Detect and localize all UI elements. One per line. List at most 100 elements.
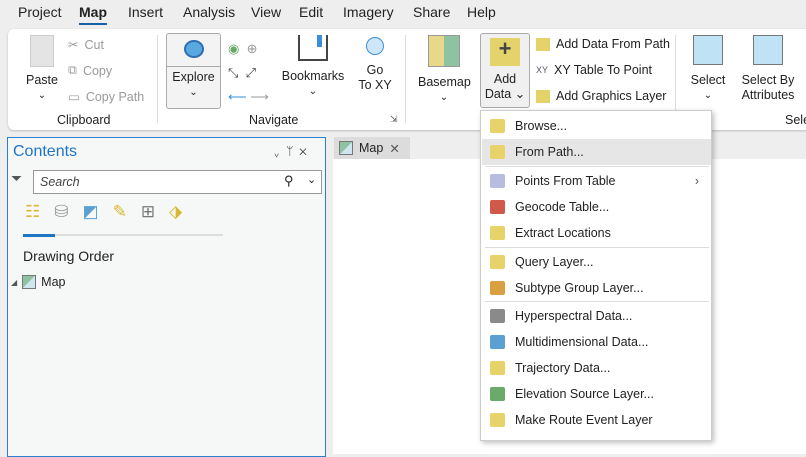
select-by-attributes-icon [753,35,783,65]
copy-button[interactable]: ⧉ Copy [68,63,112,78]
chevron-down-icon[interactable]: ⌄ [307,173,316,186]
chevron-down-icon: ⌄ [189,87,198,98]
contents-title: Contents [13,143,78,160]
tab-analysis[interactable]: Analysis [183,4,235,20]
contents-pane: Contents ⌄ᛘ✕ ⏷ Search ⚲ ⌄ ☷ ⛁ ◩ ✎ ⊞ ⬗ Dr… [7,137,326,457]
list-by-labeling-icon[interactable]: ⬗ [169,202,182,222]
tab-view[interactable]: View [251,4,281,20]
chevron-right-icon: › [694,174,699,188]
navigate-group-label: Navigate [249,113,299,127]
add-data-icon [490,119,505,133]
pin-icon[interactable]: ᛘ [286,144,299,158]
chevron-down-icon: ⌄ [703,90,713,101]
scissors-icon: ✂ [68,38,79,52]
forward-arrow-icon[interactable]: ⟶ [250,89,269,104]
basemap-icon [428,35,460,67]
route-event-icon [490,413,505,427]
hyperspectral-icon [490,309,505,323]
geocode-icon [490,200,505,214]
menu-item-extract-locations[interactable]: Extract Locations [482,220,711,246]
clipboard-group-label: Clipboard [57,113,111,127]
expand-triangle-icon[interactable]: ◢ [11,278,17,287]
copy-path-icon: ▭ [68,90,80,104]
close-icon[interactable]: ✕ [389,141,399,156]
list-by-snapping-icon[interactable]: ⊞ [141,202,155,222]
extract-icon [490,226,505,240]
graphics-layer-icon [536,89,550,103]
go-to-xy-icon [366,37,384,55]
copy-path-button[interactable]: ▭ Copy Path [68,89,144,105]
tab-insert[interactable]: Insert [128,4,163,20]
select-by-attributes-button[interactable]: Select By Attributes [738,35,798,103]
menu-item-query-layer[interactable]: Query Layer... [482,249,711,275]
tab-help[interactable]: Help [467,4,496,20]
basemap-button[interactable]: Basemap ⌄ [418,35,471,105]
selection-group-label: Sele [785,113,806,127]
xy-table-to-point-button[interactable]: XY XY Table To Point [536,63,652,77]
menu-item-subtype-group-layer[interactable]: Subtype Group Layer... [482,275,711,301]
list-by-editing-icon[interactable]: ✎ [113,202,127,222]
menu-item-hyperspectral-data[interactable]: Hyperspectral Data... [482,303,711,329]
add-data-button[interactable]: + Add Data ⌄ [480,33,530,108]
menu-item-points-from-table[interactable]: Points From Table › [482,168,711,194]
select-icon [693,35,723,65]
chevron-down-icon: ⌄ [37,90,47,101]
chevron-down-icon[interactable]: ⌄ [273,144,286,158]
bookmarks-icon [298,35,328,61]
menu-item-elevation-source-layer[interactable]: Elevation Source Layer... [482,381,711,407]
explore-button[interactable]: Explore ⌄ [166,33,221,109]
paste-icon [30,35,54,67]
subtype-icon [490,281,505,295]
filter-icon[interactable]: ⏷ [11,170,22,187]
xy-table-icon: XY [536,65,549,75]
trajectory-icon [490,361,505,375]
cut-button[interactable]: ✂ Cut [68,37,104,53]
close-icon[interactable]: ✕ [299,144,312,158]
sql-icon [490,255,505,269]
list-by-selection-icon[interactable]: ◩ [83,202,99,222]
divider [405,35,406,123]
add-data-from-path-icon [536,37,550,51]
menu-item-trajectory-data[interactable]: Trajectory Data... [482,355,711,381]
menu-item-browse[interactable]: Browse... [482,113,711,139]
add-data-dropdown: Browse... From Path... Points From Table… [480,110,712,441]
tab-share[interactable]: Share [413,4,450,20]
go-to-xy-button[interactable]: Go To XY [355,37,395,93]
search-icon[interactable]: ⚲ [284,173,294,189]
menu-item-make-route-event-layer[interactable]: Make Route Event Layer [482,407,711,433]
dialog-launcher-icon[interactable]: ⇲ [390,114,398,125]
tab-project[interactable]: Project [18,4,62,20]
from-path-icon [490,145,505,159]
menu-item-multidimensional-data[interactable]: Multidimensional Data... [482,329,711,355]
explore-icon [183,40,204,58]
drawing-order-heading: Drawing Order [23,248,115,264]
tab-edit[interactable]: Edit [299,4,323,20]
paste-button[interactable]: Paste ⌄ [22,35,62,103]
elevation-icon [490,387,505,401]
tab-imagery[interactable]: Imagery [343,4,394,20]
add-graphics-layer-button[interactable]: Add Graphics Layer [536,89,666,103]
back-arrow-icon[interactable]: ⟵ [228,89,247,104]
bookmarks-button[interactable]: Bookmarks ⌄ [281,35,345,99]
map-icon [339,141,353,155]
select-button[interactable]: Select ⌄ [688,35,728,103]
add-data-from-path-button[interactable]: Add Data From Path [536,37,670,51]
list-by-drawing-order-icon[interactable]: ☷ [25,202,40,222]
menu-item-from-path[interactable]: From Path... [482,139,711,165]
fixed-zoom-out-icon[interactable]: ⤢ [246,65,256,80]
list-by-data-source-icon[interactable]: ⛁ [54,202,68,222]
points-table-icon [490,174,505,188]
map-tree-item[interactable]: ◢ Map [11,275,65,289]
chevron-down-icon: ⌄ [439,92,449,103]
multidimensional-icon [490,335,505,349]
full-extent-icon[interactable]: ◉ [228,41,239,56]
copy-icon: ⧉ [68,63,77,77]
menu-item-geocode-table[interactable]: Geocode Table... [482,194,711,220]
tab-map-view[interactable]: Map ✕ [334,137,410,159]
fixed-zoom-in-icon[interactable]: ⤡ [228,65,238,80]
tab-map[interactable]: Map [79,4,107,25]
divider [157,35,158,123]
search-input[interactable]: Search ⚲ ⌄ [33,170,322,194]
map-icon [22,275,37,289]
zoom-to-layer-icon[interactable]: ⊕ [247,41,258,56]
